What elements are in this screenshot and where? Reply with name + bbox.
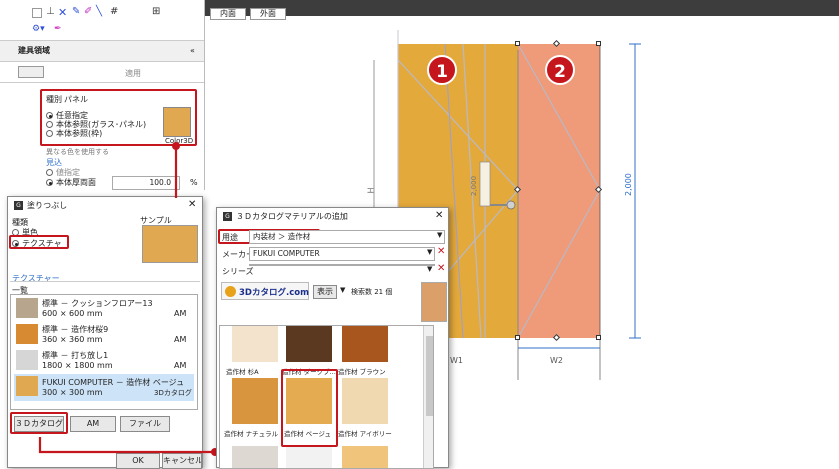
settings-icon[interactable]: ⚙▾	[32, 24, 45, 34]
selection-handle[interactable]	[515, 335, 520, 340]
layout-icon[interactable]: ⊞	[152, 6, 160, 17]
series-select[interactable]	[249, 264, 435, 266]
dim-label-h: H	[366, 187, 376, 194]
color-swatch[interactable]	[163, 107, 191, 137]
cancel-button[interactable]: キャンセル	[162, 453, 202, 469]
tool-icons-row: ⊥ ✕ ✎ ✐ ╲ # ⊞ ⚙▾ ✒	[32, 6, 202, 34]
material-tile[interactable]	[286, 326, 332, 362]
preview-thumb	[421, 282, 447, 322]
grid-icon[interactable]: #	[110, 6, 118, 17]
maker-select[interactable]: FUKUI COMPUTER	[249, 247, 435, 261]
sample-preview	[142, 225, 198, 263]
selection-handle[interactable]	[596, 41, 601, 46]
section-title: 建具領域	[0, 40, 204, 62]
catalog-logo[interactable]: 3Dカタログ.com	[221, 282, 309, 300]
material-tile[interactable]	[232, 326, 278, 362]
tile-label: 造作材 ブラウン	[338, 368, 386, 376]
catalog-button[interactable]: ３Ｄカタログ	[14, 416, 64, 432]
selected-tile-highlight	[281, 369, 338, 447]
texture-label: テクスチャー	[12, 274, 60, 283]
pencil-icon[interactable]: ✎	[72, 6, 80, 17]
chevron-down-icon[interactable]: ▼	[340, 286, 345, 294]
app-icon: G	[14, 201, 23, 210]
material-tile[interactable]	[342, 326, 388, 362]
material-tile[interactable]	[342, 378, 388, 424]
am-button[interactable]: AM	[70, 416, 116, 432]
ok-button[interactable]: OK	[116, 453, 160, 469]
close-icon[interactable]: ✕	[188, 199, 196, 210]
select-icon[interactable]	[32, 8, 42, 18]
chevron-down-icon[interactable]: ▼	[427, 248, 432, 256]
line-icon[interactable]: ╲	[96, 6, 102, 17]
use-select[interactable]: 内装材 ＞ 造作材	[249, 230, 445, 244]
logo-icon	[225, 286, 236, 297]
tile-label: 造作材 杉A	[226, 368, 259, 376]
group-label: 種別	[46, 95, 62, 104]
clear-icon[interactable]: ✕	[437, 246, 445, 257]
apply-button[interactable]: 適用	[125, 68, 141, 79]
color3d-button[interactable]: Color3D	[165, 137, 193, 145]
different-color-option[interactable]: 異なる色を使用する	[46, 147, 109, 157]
dim-label-w2: W2	[550, 356, 563, 365]
pointer-icon[interactable]: ⊥	[46, 6, 55, 17]
clear-icon[interactable]: ✕	[437, 263, 445, 274]
paint-dialog: G 塗りつぶし ✕ 種類 単色 テクスチャ サンプル テクスチャー 一覧 標準 －…	[7, 196, 203, 469]
chevron-down-icon[interactable]: ▼	[437, 231, 442, 239]
dim-label-w1: W1	[450, 356, 463, 365]
value-field[interactable]: 100.0	[112, 176, 180, 190]
group-value: パネル	[64, 95, 88, 104]
catalog-dialog-title: G ３Ｄカタログマテリアルの追加	[217, 208, 448, 226]
dim-label-center: 2,000	[470, 175, 478, 196]
list-item[interactable]: 標準 － 打ち放し1 1800 × 1800 mm AM	[14, 348, 204, 373]
unit-label: %	[190, 178, 198, 187]
tile-label: 造作材 ナチュラル	[224, 430, 279, 438]
material-tile[interactable]	[232, 378, 278, 424]
kind-texture-radio[interactable]: テクスチャ	[12, 238, 62, 249]
brush-icon[interactable]: ✐	[84, 6, 92, 17]
option-frame[interactable]: 本体参照(枠)	[46, 128, 102, 139]
chevron-down-icon[interactable]: ▼	[427, 265, 432, 273]
toggle-buttons[interactable]	[18, 66, 44, 78]
dim-label-right: 2,000	[624, 173, 633, 196]
result-count: 検索数 21 個	[351, 288, 393, 296]
mikomi-option-both[interactable]: 本体厚両面	[46, 177, 96, 188]
properties-panel: ⊥ ✕ ✎ ✐ ╲ # ⊞ ⚙▾ ✒ 建具領域 « 適用 種別 パネル 任意指定…	[0, 0, 205, 190]
app-icon: G	[223, 212, 232, 221]
delete-icon[interactable]: ✕	[58, 6, 67, 19]
series-label: シリーズ	[222, 267, 254, 276]
scrollbar[interactable]	[423, 326, 433, 468]
texture-list[interactable]: 標準 － クッションフロアー13 600 × 600 mm AM 標準 － 造作…	[10, 294, 198, 410]
tile-label: 造作材 アイボリー	[338, 430, 392, 438]
selection-handle[interactable]	[515, 41, 520, 46]
eyedropper-icon[interactable]: ✒	[54, 24, 62, 34]
badge-2: 2	[545, 55, 575, 85]
list-item-selected[interactable]: FUKUI COMPUTER － 造作材 ベージュ 300 × 300 mm 3…	[14, 374, 194, 401]
close-icon[interactable]: ✕	[435, 210, 443, 221]
use-label: 用途	[222, 233, 238, 242]
display-button[interactable]: 表示	[313, 285, 337, 299]
badge-1: 1	[427, 55, 457, 85]
collapse-icon[interactable]: «	[190, 46, 195, 55]
selection-handle[interactable]	[596, 335, 601, 340]
catalog-dialog: G ３Ｄカタログマテリアルの追加 ✕ 用途 内装材 ＞ 造作材 ▼ メーカー FU…	[216, 207, 449, 469]
list-item[interactable]: 標準 － 造作材桜9 360 × 360 mm AM	[14, 322, 204, 347]
file-button[interactable]: ファイル	[120, 416, 170, 432]
list-item[interactable]: 標準 － クッションフロアー13 600 × 600 mm AM	[14, 296, 204, 321]
door-panel-2	[518, 44, 600, 338]
dialog-title: G 塗りつぶし	[8, 197, 202, 215]
